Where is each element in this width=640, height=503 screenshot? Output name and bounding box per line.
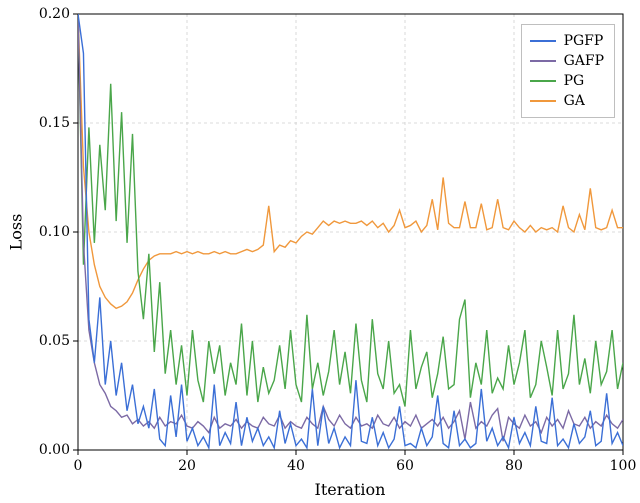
y-tick-label: 0.10	[39, 224, 70, 240]
y-tick-label: 0.20	[39, 6, 70, 22]
x-tick-label: 80	[505, 458, 523, 474]
x-tick-label: 100	[610, 458, 637, 474]
legend-label: PG	[564, 73, 585, 89]
legend-item-pg: PG	[530, 71, 604, 91]
legend-swatch	[530, 40, 556, 42]
legend-swatch	[530, 60, 556, 62]
legend: PGFP GAFP PG GA	[521, 24, 615, 118]
legend-item-gafp: GAFP	[530, 51, 604, 71]
x-tick-label: 0	[74, 458, 83, 474]
x-tick-label: 40	[287, 458, 305, 474]
legend-label: GA	[564, 93, 585, 109]
x-axis-label: Iteration	[315, 480, 386, 499]
y-axis-label: Loss	[7, 214, 26, 251]
legend-label: GAFP	[564, 53, 604, 69]
legend-swatch	[530, 80, 556, 82]
y-tick-label: 0.00	[39, 442, 70, 458]
y-tick-label: 0.05	[39, 333, 70, 349]
legend-label: PGFP	[564, 33, 604, 49]
y-tick-label: 0.15	[39, 115, 70, 131]
legend-item-pgfp: PGFP	[530, 31, 604, 51]
chart: Loss Iteration 0 20 40 60 80 100 0.00 0.05 0.10…	[0, 0, 640, 503]
legend-item-ga: GA	[530, 91, 604, 111]
x-tick-label: 60	[396, 458, 414, 474]
x-tick-label: 20	[178, 458, 196, 474]
legend-swatch	[530, 100, 556, 102]
